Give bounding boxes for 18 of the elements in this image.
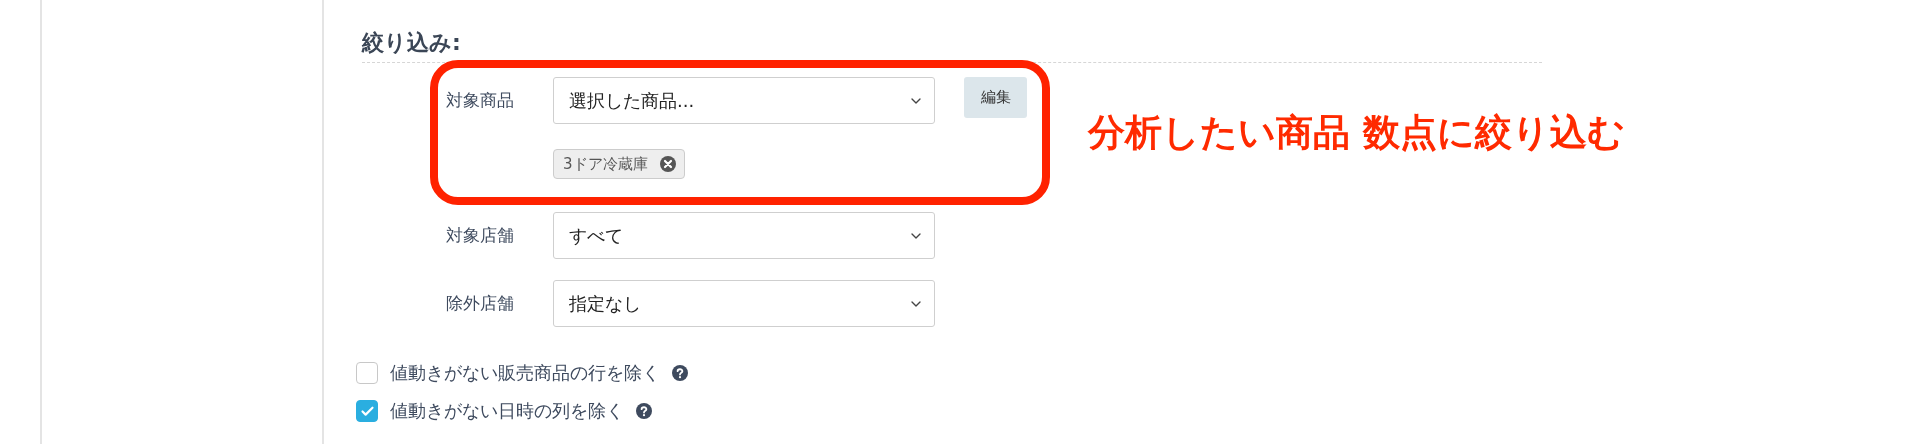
field-label: 対象店舗 bbox=[446, 224, 515, 247]
annotation-text: 分析したい商品 数点に絞り込む bbox=[1088, 109, 1625, 156]
help-icon[interactable] bbox=[636, 403, 652, 419]
checkbox[interactable] bbox=[356, 362, 378, 384]
tag-label: 3ドア冷蔵庫 bbox=[563, 154, 648, 174]
select-field[interactable]: 選択した商品... bbox=[553, 77, 935, 124]
option-label: 値動きがない日時の列を除く bbox=[390, 399, 624, 423]
tag-chip[interactable]: 3ドア冷蔵庫 bbox=[553, 149, 685, 179]
checkbox[interactable] bbox=[356, 400, 378, 422]
edit-button[interactable]: 編集 bbox=[964, 77, 1027, 118]
field-label: 除外店舗 bbox=[446, 292, 515, 315]
select-field[interactable]: すべて bbox=[553, 212, 935, 259]
field-label: 対象商品 bbox=[446, 89, 515, 112]
option-label: 値動きがない販売商品の行を除く bbox=[390, 361, 660, 385]
select-field[interactable]: 指定なし bbox=[553, 280, 935, 327]
remove-icon[interactable] bbox=[659, 156, 676, 172]
section-heading: 絞り込み: bbox=[362, 28, 1542, 63]
help-icon[interactable] bbox=[672, 365, 688, 381]
